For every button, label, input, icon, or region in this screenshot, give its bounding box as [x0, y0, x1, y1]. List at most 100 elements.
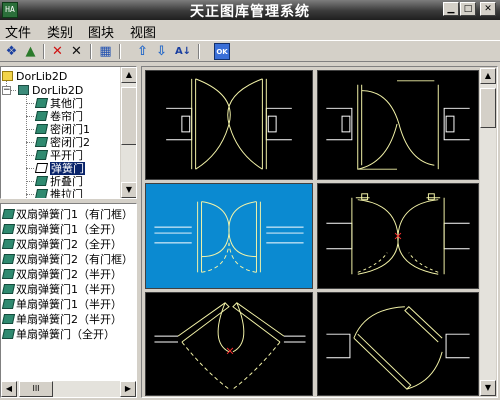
toolbar-separator: [43, 44, 45, 59]
list-item-label: 单扇弹簧门2（半开）: [16, 313, 122, 326]
door-drawing: [326, 193, 470, 275]
list-item-label: 单扇弹簧门（全开）: [16, 328, 115, 341]
block-category-icon: [34, 111, 49, 121]
block-category-icon: [34, 189, 49, 198]
delete-category-icon[interactable]: ✕: [49, 43, 66, 60]
list-item-label: 双扇弹簧门2（全开）: [16, 238, 122, 251]
list-item[interactable]: 双扇弹簧门1（全开）: [1, 222, 122, 237]
preview-cell[interactable]: [317, 292, 479, 396]
tree-item-弹簧门[interactable]: 弹簧门: [34, 162, 85, 175]
tree-scrollbar[interactable]: ▲ ▼: [120, 67, 136, 198]
tree-item-平开门[interactable]: 平开门: [34, 149, 83, 162]
block-category-icon: [34, 98, 49, 108]
scroll-right-icon[interactable]: ▶: [120, 381, 136, 397]
tree-item-卷帘门[interactable]: 卷帘门: [34, 110, 83, 123]
scroll-thumb[interactable]: [121, 87, 136, 145]
menu-bar: 文件 类别 图块 视图: [0, 20, 500, 41]
menu-block[interactable]: 图块: [88, 22, 114, 41]
library-icon: [18, 85, 29, 95]
delete-block-icon[interactable]: ✕: [68, 43, 85, 60]
list-item[interactable]: 双扇弹簧门1（有门框）: [1, 207, 133, 222]
main-window: HA 天正图库管理系统 ▁ □ ✕ 文件 类别 图块 视图 ❖ ▲ ✕ ✕ ▦ …: [0, 0, 500, 400]
preview-scrollbar[interactable]: ▲ ▼: [480, 68, 496, 396]
toolbar-separator: [90, 44, 92, 59]
block-category-icon: [34, 163, 49, 173]
minimize-icon[interactable]: ▁: [443, 2, 459, 16]
menu-category[interactable]: 类别: [47, 22, 73, 41]
new-block-icon[interactable]: ▲: [22, 43, 39, 60]
tree-item-label: 密闭门1: [50, 123, 90, 136]
door-drawing: [166, 78, 292, 170]
scroll-up-icon[interactable]: ▲: [121, 67, 136, 83]
block-icon: [1, 209, 16, 219]
list-item[interactable]: 双扇弹簧门2（半开）: [1, 267, 122, 282]
menu-view[interactable]: 视图: [130, 22, 156, 41]
preview-cell[interactable]: [317, 70, 479, 180]
tree-connector: [26, 194, 34, 195]
menu-file[interactable]: 文件: [5, 22, 31, 41]
tree-item-label: 推拉门: [50, 188, 83, 199]
list-item[interactable]: 双扇弹簧门1（半开）: [1, 282, 122, 297]
tree-connector: [26, 181, 34, 182]
layout-icon[interactable]: ▦: [97, 43, 114, 60]
list-item[interactable]: 单扇弹簧门1（半开）: [1, 297, 122, 312]
list-item-label: 双扇弹簧门1（全开）: [16, 223, 122, 236]
list-item[interactable]: 单扇弹簧门2（半开）: [1, 312, 122, 327]
block-category-icon: [34, 124, 49, 134]
move-up-icon[interactable]: ⇧: [134, 43, 151, 60]
category-tree[interactable]: DorLib2D − DorLib2D 其他门 卷帘门 密闭门1 密闭门2 平开…: [0, 66, 137, 199]
folder-icon: [2, 71, 13, 81]
ok-icon[interactable]: OK: [214, 43, 230, 60]
door-drawing: [154, 201, 304, 273]
scroll-up-icon[interactable]: ▲: [480, 68, 496, 84]
tree-item-label: 其他门: [50, 97, 83, 110]
collapse-icon[interactable]: −: [2, 86, 11, 95]
tree-root[interactable]: DorLib2D: [2, 70, 67, 83]
sort-az-icon[interactable]: A↓: [173, 43, 193, 60]
tree-item-折叠门[interactable]: 折叠门: [34, 175, 83, 188]
title-bar[interactable]: HA 天正图库管理系统 ▁ □ ✕: [0, 0, 500, 20]
door-drawing: [326, 306, 470, 390]
block-icon: [1, 269, 16, 279]
tree-item-密闭门2[interactable]: 密闭门2: [34, 136, 90, 149]
block-preview-grid: ▲ ▼: [141, 66, 498, 398]
tree-item-密闭门1[interactable]: 密闭门1: [34, 123, 90, 136]
block-icon: [1, 299, 16, 309]
scroll-left-icon[interactable]: ◀: [1, 381, 17, 397]
scroll-thumb[interactable]: [480, 88, 496, 128]
new-category-icon[interactable]: ❖: [3, 43, 20, 60]
scroll-thumb[interactable]: III: [19, 381, 53, 397]
list-item[interactable]: 单扇弹簧门（全开）: [1, 327, 115, 342]
tree-connector: [26, 91, 27, 198]
list-item[interactable]: 双扇弹簧门2（有门框）: [1, 252, 133, 267]
block-category-icon: [34, 150, 49, 160]
list-item[interactable]: 双扇弹簧门2（全开）: [1, 237, 122, 252]
tree-library-label: DorLib2D: [32, 84, 84, 97]
preview-cell[interactable]: [145, 70, 313, 180]
maximize-icon[interactable]: □: [460, 2, 476, 16]
tree-connector: [11, 90, 16, 91]
block-icon: [1, 254, 16, 264]
tree-item-label: 卷帘门: [50, 110, 83, 123]
block-list[interactable]: 双扇弹簧门1（有门框） 双扇弹簧门1（全开） 双扇弹簧门2（全开） 双扇弹簧门2…: [0, 203, 137, 398]
preview-cell[interactable]: [317, 183, 479, 289]
scroll-down-icon[interactable]: ▼: [121, 182, 136, 198]
preview-cell-selected[interactable]: [145, 183, 313, 289]
list-hscrollbar[interactable]: ◀ III ▶: [1, 381, 136, 397]
tree-item-label: 弹簧门: [50, 162, 85, 175]
block-category-icon: [34, 176, 49, 186]
list-item-label: 双扇弹簧门1（有门框）: [16, 208, 133, 221]
window-title: 天正图库管理系统: [190, 4, 310, 20]
block-category-icon: [34, 137, 49, 147]
close-icon[interactable]: ✕: [480, 2, 496, 16]
move-down-icon[interactable]: ⇩: [153, 43, 170, 60]
tree-item-推拉门[interactable]: 推拉门: [34, 188, 83, 199]
tree-connector: [26, 116, 34, 117]
tree-library[interactable]: DorLib2D: [18, 84, 83, 97]
preview-cell[interactable]: [145, 292, 313, 396]
tree-item-其他门[interactable]: 其他门: [34, 97, 83, 110]
scroll-down-icon[interactable]: ▼: [480, 380, 496, 396]
block-icon: [1, 314, 16, 324]
tree-item-label: 平开门: [50, 149, 83, 162]
tree-connector: [26, 103, 34, 104]
